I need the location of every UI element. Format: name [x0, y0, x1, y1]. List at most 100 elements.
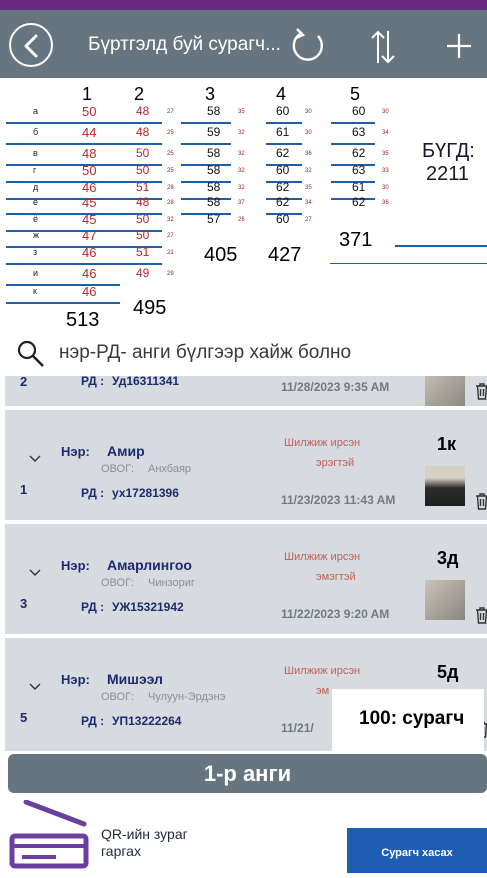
arrow-left-icon — [24, 34, 38, 58]
stats-divider-line — [6, 164, 120, 166]
transfer-status: Шилжиж ирсэн — [284, 437, 361, 449]
section-small-count: 27 — [167, 233, 174, 239]
student-photo[interactable] — [425, 580, 465, 620]
back-button[interactable] — [9, 23, 53, 67]
rd-label: РД : — [81, 600, 105, 614]
surname-label: ОВОГ: — [101, 577, 135, 589]
rd-label: РД : — [81, 486, 105, 500]
grade-total: 513 — [66, 309, 100, 331]
section-student-count: 58 — [207, 146, 221, 160]
grade-total: 371 — [339, 229, 373, 251]
stats-divider-line — [108, 230, 162, 232]
student-name: Амир — [107, 443, 145, 459]
student-name: Мишээл — [107, 671, 163, 687]
registration-datetime: 11/22/2023 9:20 AM — [281, 607, 390, 621]
section-letter-label: ё — [33, 214, 39, 224]
section-student-count: 48 — [82, 146, 97, 161]
page-title: Бүртгэлд буй сурагч... — [88, 34, 281, 55]
section-letter-label: д — [33, 182, 39, 192]
section-small-count: 32 — [238, 185, 245, 191]
qr-label-line2: гаргах — [101, 843, 141, 859]
stats-divider-line — [6, 198, 120, 200]
chevron-down-icon[interactable] — [29, 564, 41, 576]
section-student-count: 50 — [136, 146, 150, 160]
section-small-count: 28 — [167, 200, 174, 206]
grade-column-header: 1 — [82, 84, 93, 104]
section-small-count: 32 — [305, 168, 312, 174]
section-small-count: 32 — [238, 130, 245, 136]
student-count: 100: сурагч — [359, 708, 465, 729]
class-statistics-panel: 1 50 а 44 б 48 в 50 г 46 д 45 е 45 ё 47 ж 46 з 46 и 46 к 2 48 27 4… — [0, 78, 487, 336]
chevron-down-icon[interactable] — [29, 450, 41, 462]
student-grade: 5д — [437, 662, 459, 682]
student-surname: Чинзориг — [148, 577, 195, 589]
stats-divider-line — [266, 122, 302, 124]
section-small-count: 32 — [167, 217, 174, 223]
stats-divider-line — [108, 143, 162, 145]
stats-divider-line — [6, 263, 120, 265]
section-letter-label: ж — [33, 230, 40, 240]
section-student-count: 48 — [136, 104, 150, 118]
section-student-count: 62 — [276, 146, 290, 160]
student-gender: эмэгтэй — [316, 571, 356, 583]
section-student-count: 61 — [352, 180, 366, 194]
section-student-count: 50 — [82, 163, 97, 178]
section-small-count: 35 — [238, 109, 245, 115]
student-name: Амарлингоо — [107, 557, 192, 573]
sort-arrows-icon[interactable] — [370, 29, 396, 65]
grand-total-value: 2211 — [426, 163, 470, 185]
section-student-count: 47 — [82, 228, 97, 243]
section-small-count: 27 — [167, 109, 174, 115]
section-small-count: 37 — [238, 200, 245, 206]
search-input[interactable]: нэр-РД- анги бүлгээр хайж болно — [59, 342, 351, 364]
section-student-count: 62 — [352, 146, 366, 160]
section-small-count: 34 — [305, 200, 312, 206]
row-index: 2 — [20, 376, 28, 389]
surname-label: ОВОГ: — [101, 463, 135, 475]
section-student-count: 60 — [276, 163, 290, 177]
student-card[interactable]: Нэр: Амарлингоо ОВОГ: Чинзориг Шилжиж ирсэн э… — [5, 524, 487, 634]
student-gender: эрэгтэй — [316, 457, 355, 469]
grade-column-header: 2 — [134, 84, 145, 104]
student-photo[interactable] — [425, 376, 465, 408]
section-letter-label: и — [33, 268, 39, 278]
student-rd: УП13222264 — [112, 714, 182, 728]
section-student-count: 44 — [82, 125, 97, 140]
stats-divider-line — [6, 143, 120, 145]
row-index: 5 — [20, 710, 28, 725]
stats-divider-line — [181, 122, 231, 124]
student-card[interactable]: Нэр: Амир ОВОГ: Анхбаяр Шилжиж ирсэн эрэгтэй 1… — [5, 410, 487, 520]
qr-label-line1: QR-ийн зураг — [101, 826, 188, 842]
section-student-count: 50 — [82, 104, 97, 119]
trash-icon[interactable] — [475, 606, 487, 624]
section-small-count: 29 — [167, 271, 174, 277]
registration-datetime: 11/28/2023 9:35 AM — [281, 380, 390, 394]
student-surname: Анхбаяр — [148, 463, 192, 475]
section-small-count: 25 — [167, 151, 174, 157]
section-small-count: 26 — [238, 217, 245, 223]
student-photo[interactable] — [425, 466, 465, 506]
refresh-icon[interactable] — [288, 27, 326, 65]
stats-divider-line — [108, 263, 162, 265]
trash-icon[interactable] — [475, 382, 487, 400]
scanner-icon[interactable] — [6, 800, 92, 870]
trash-icon[interactable] — [475, 492, 487, 510]
grade-column-header: 4 — [276, 84, 287, 104]
grand-total-label: БҮГД: — [422, 140, 475, 162]
grade-column-header: 5 — [350, 84, 361, 104]
plus-icon[interactable] — [446, 33, 472, 59]
class-group-bar[interactable]: 1-р анги — [8, 754, 487, 793]
section-student-count: 46 — [82, 266, 97, 281]
student-card[interactable]: 2 РД : Уд16311341 11/28/2023 9:35 AM — [5, 376, 487, 408]
section-student-count: 58 — [207, 163, 221, 177]
card-separator — [5, 406, 487, 410]
window-top-bar — [0, 0, 487, 10]
section-letter-label: б — [33, 127, 39, 137]
stats-divider-line — [331, 143, 375, 145]
remove-student-button[interactable]: Сурагч хасах — [347, 828, 487, 873]
search-bar[interactable]: нэр-РД- анги бүлгээр хайж болно — [0, 336, 487, 376]
section-letter-label: к — [33, 286, 37, 296]
qr-export-label[interactable]: QR-ийн зураг гаргах — [101, 826, 188, 860]
chevron-down-icon[interactable] — [29, 678, 41, 690]
section-student-count: 50 — [136, 228, 150, 242]
